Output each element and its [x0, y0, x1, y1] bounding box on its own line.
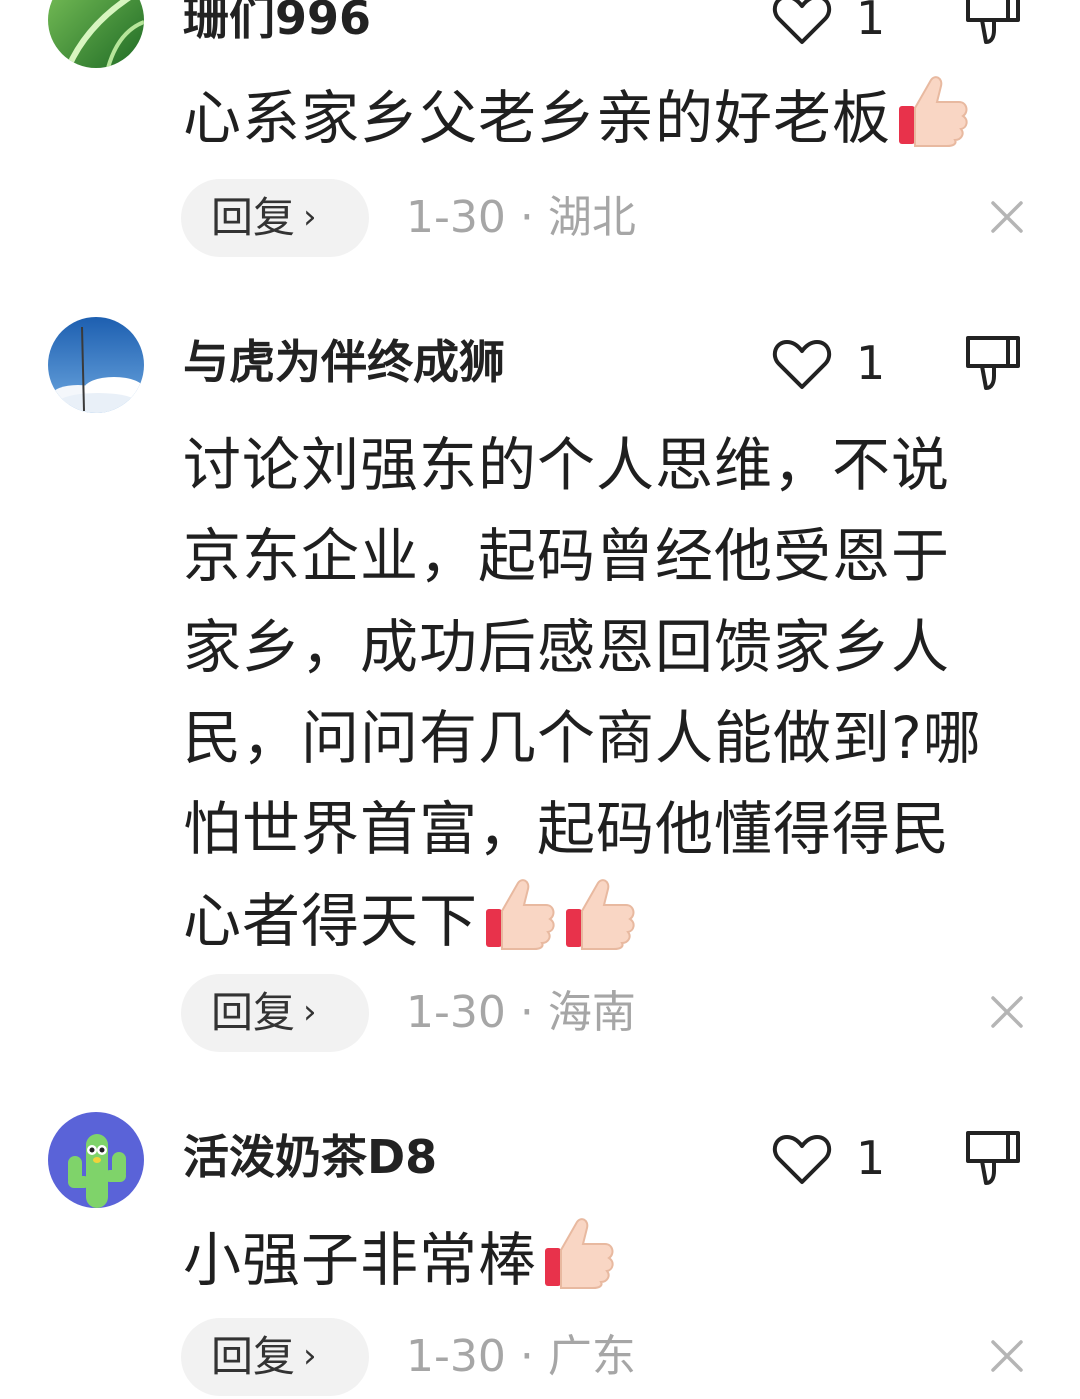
- reply-label: 回复: [211, 988, 296, 1037]
- like-count: 1: [856, 0, 886, 45]
- comment-text: 小强子非常棒: [183, 1214, 1023, 1306]
- username[interactable]: 活泼奶茶D8: [183, 1127, 437, 1187]
- close-icon[interactable]: [990, 1339, 1024, 1373]
- like-count: 1: [856, 1131, 886, 1185]
- comment-date: 1-30: [406, 987, 506, 1038]
- comment-meta: 1-30 · 湖北: [406, 179, 636, 257]
- username[interactable]: 与虎为伴终成狮: [183, 332, 505, 392]
- heart-outline-icon: [772, 0, 832, 44]
- thumbs-up-emoji-icon: [543, 1214, 617, 1290]
- heart-outline-icon: [772, 1135, 832, 1184]
- comment-text-content: 小强子非常棒: [183, 1226, 538, 1294]
- meta-separator: ·: [519, 987, 534, 1038]
- like-count: 1: [856, 336, 886, 390]
- meta-separator: ·: [519, 1331, 534, 1382]
- like-button[interactable]: 1: [772, 0, 902, 50]
- comment-location: 湖北: [547, 192, 636, 243]
- thumbs-down-outline-icon[interactable]: [962, 1127, 1024, 1189]
- avatar[interactable]: [48, 0, 144, 68]
- comment-date: 1-30: [406, 1331, 506, 1382]
- comment-meta: 1-30 · 广东: [406, 1318, 636, 1396]
- reply-label: 回复: [211, 1332, 296, 1381]
- comment-location: 海南: [547, 987, 636, 1038]
- cactus-cartoon-avatar-icon: [48, 1112, 144, 1208]
- comment-date: 1-30: [406, 192, 506, 243]
- reply-button[interactable]: 回复 ›: [181, 974, 369, 1052]
- chevron-right-icon: ›: [303, 992, 317, 1032]
- username[interactable]: 珊们996: [183, 0, 371, 48]
- thumbs-down-outline-icon[interactable]: [962, 332, 1024, 394]
- like-button[interactable]: 1: [772, 331, 902, 395]
- green-bamboo-avatar-icon: [48, 0, 144, 68]
- chevron-right-icon: ›: [303, 197, 317, 237]
- reply-button[interactable]: 回复 ›: [181, 1318, 369, 1396]
- comment-text: 心系家乡父老乡亲的好老板: [183, 72, 1023, 164]
- avatar[interactable]: [48, 317, 144, 413]
- chevron-right-icon: ›: [303, 1336, 317, 1376]
- like-button[interactable]: 1: [772, 1126, 902, 1190]
- thumbs-up-emoji-icon: [564, 875, 638, 951]
- thumbs-up-emoji-icon: [897, 72, 971, 148]
- comment-meta: 1-30 · 海南: [406, 974, 636, 1052]
- close-icon[interactable]: [990, 200, 1024, 234]
- thumbs-up-emoji-icon: [484, 875, 558, 951]
- reply-label: 回复: [211, 193, 296, 242]
- heart-outline-icon: [772, 340, 832, 389]
- meta-separator: ·: [519, 192, 534, 243]
- reply-button[interactable]: 回复 ›: [181, 179, 369, 257]
- comment-text-content: 心系家乡父老乡亲的好老板: [183, 84, 892, 152]
- avatar[interactable]: [48, 1112, 144, 1208]
- close-icon[interactable]: [990, 995, 1024, 1029]
- thumbs-down-outline-icon[interactable]: [962, 0, 1024, 48]
- comment-location: 广东: [547, 1331, 636, 1382]
- sky-clouds-avatar-icon: [48, 317, 144, 413]
- comment-text: 讨论刘强东的个人思维，不说京东企业，起码曾经他受恩于家乡，成功后感恩回馈家乡人民…: [183, 420, 1003, 967]
